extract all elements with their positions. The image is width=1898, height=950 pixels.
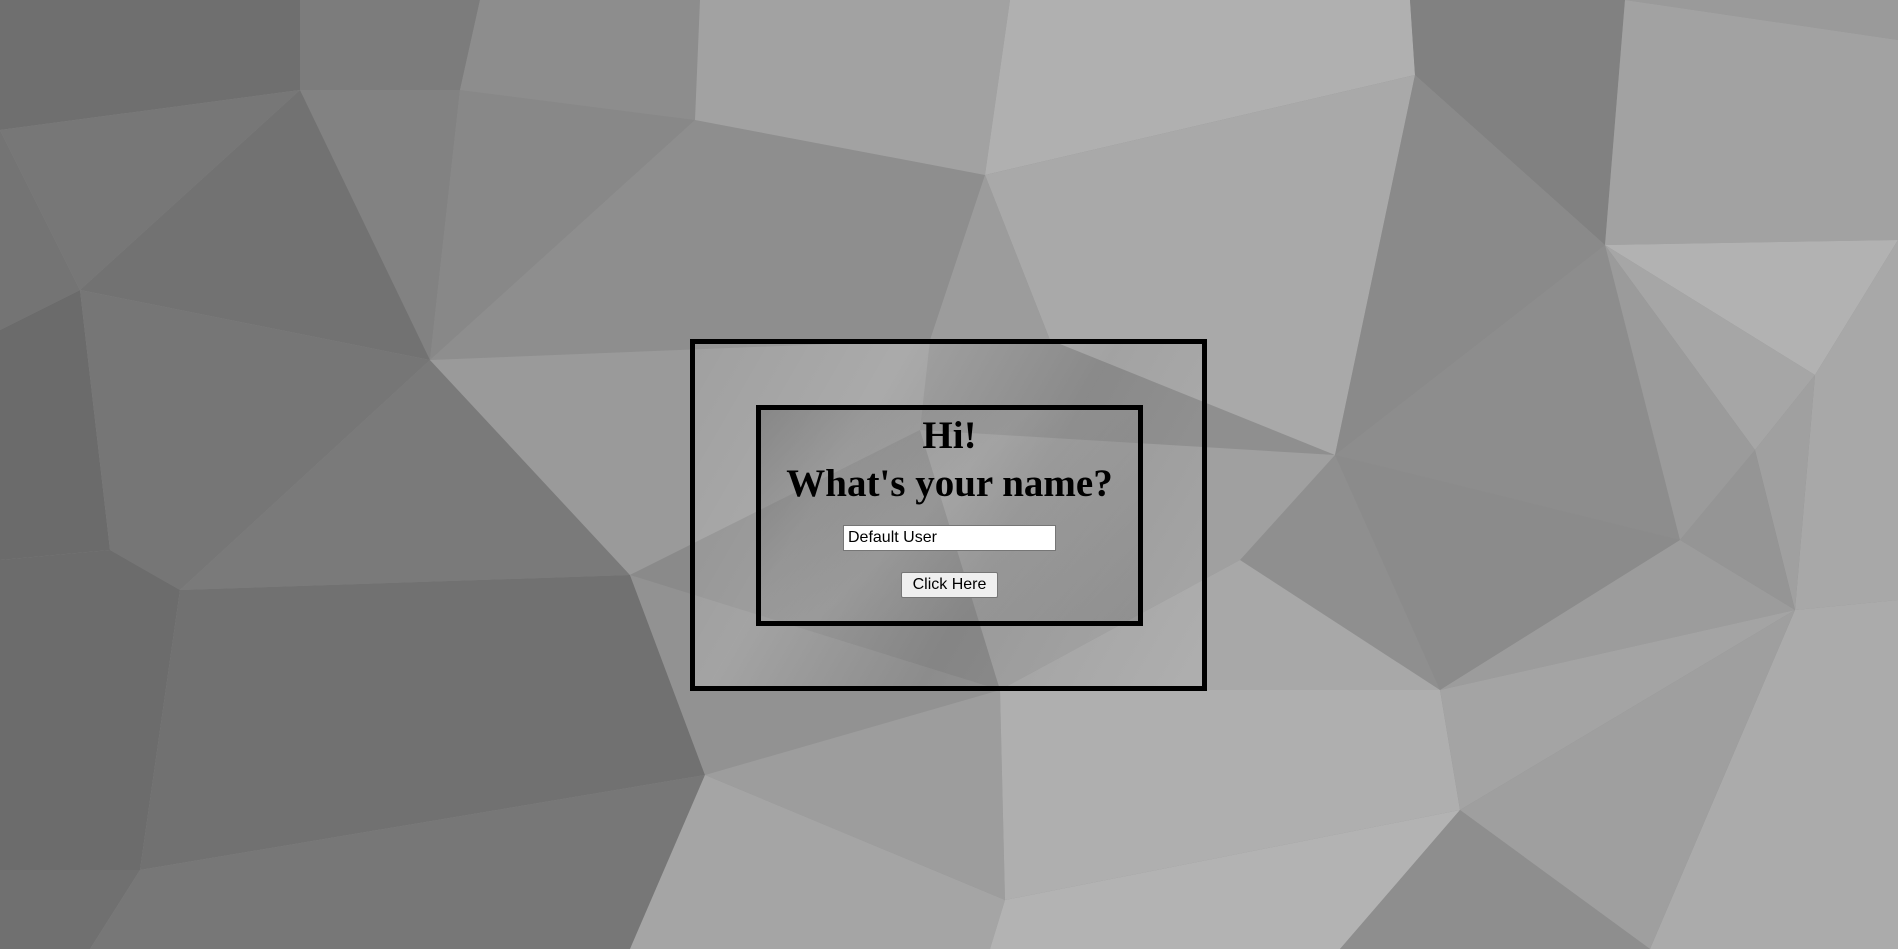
greeting-line-2: What's your name? bbox=[786, 462, 1113, 505]
greeting-line-1: Hi! bbox=[922, 414, 977, 457]
greeting-heading: Hi! What's your name? bbox=[756, 412, 1143, 508]
name-input[interactable] bbox=[843, 525, 1056, 551]
click-here-button[interactable]: Click Here bbox=[901, 572, 998, 598]
